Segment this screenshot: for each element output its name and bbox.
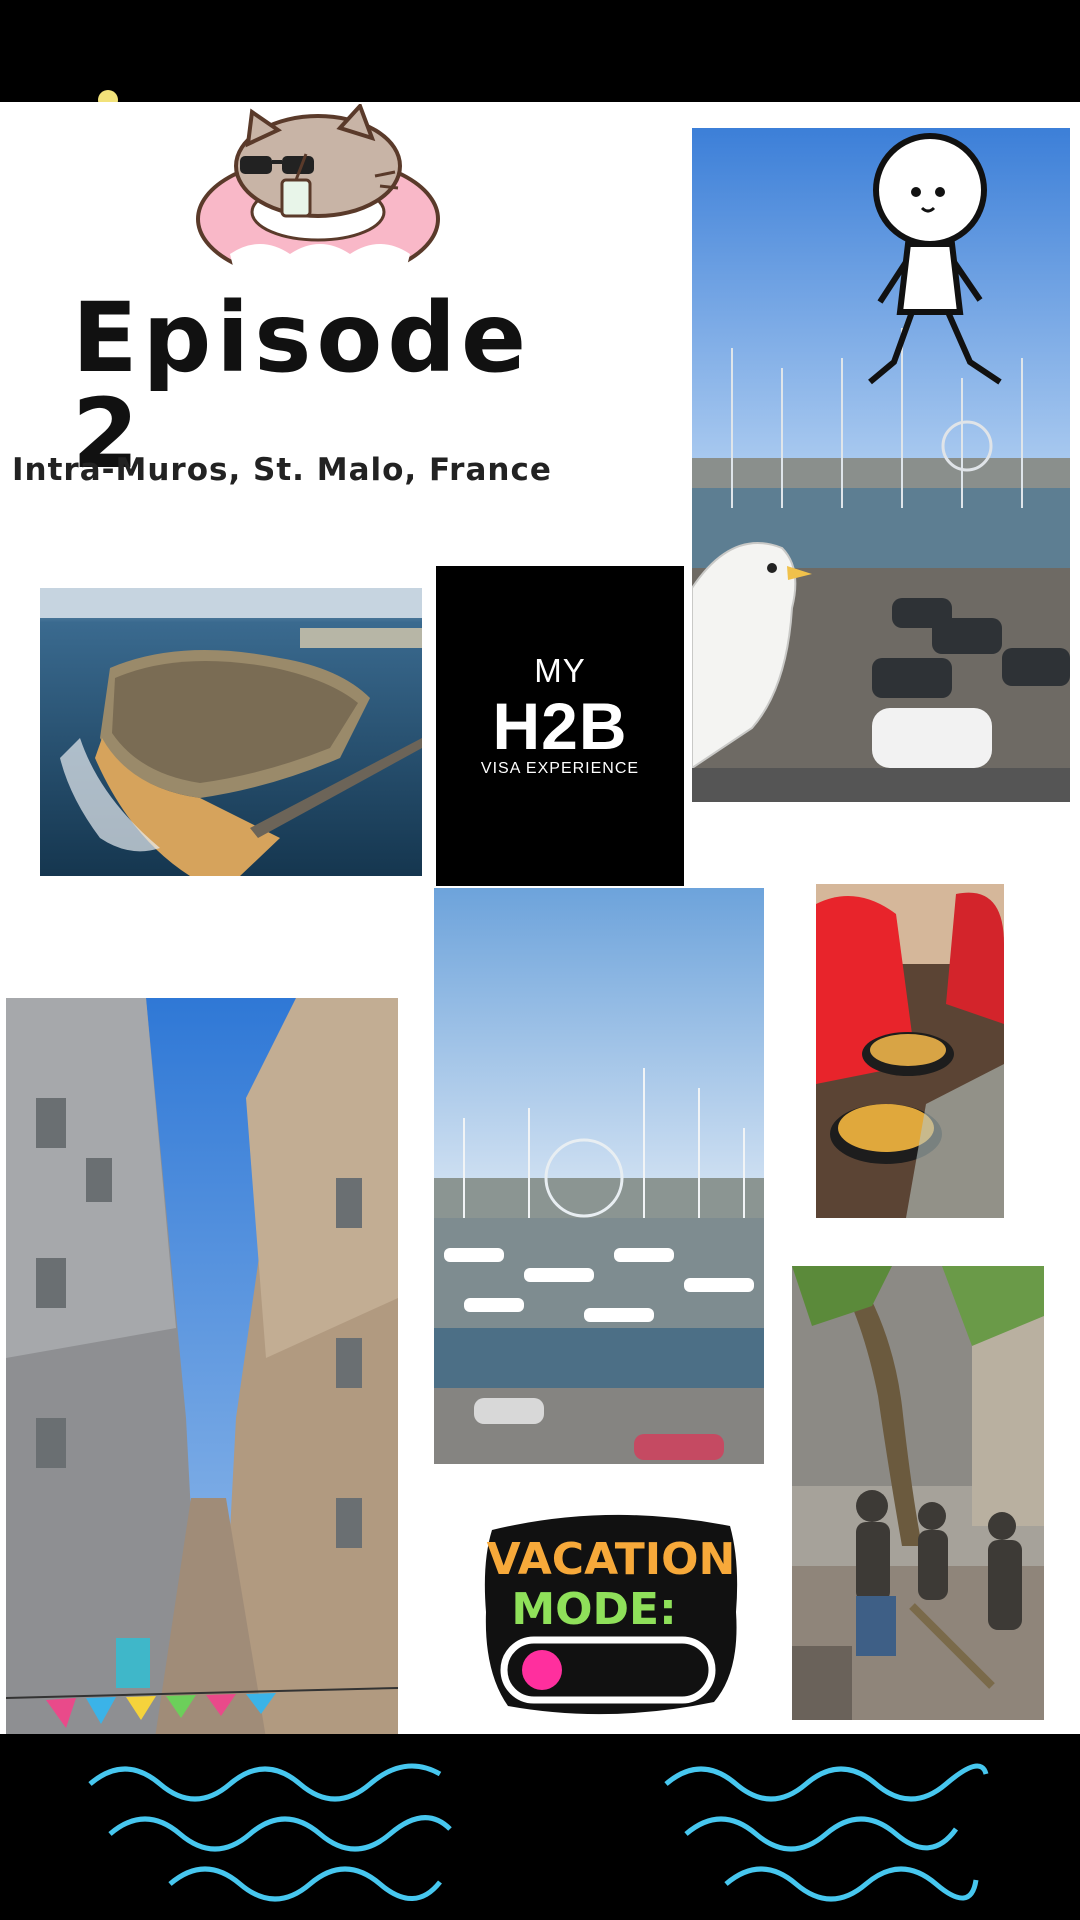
intra-muros-street-photo [6, 998, 398, 1734]
sticker-mode-text: MODE: [511, 1584, 676, 1635]
vacation-mode-sticker: VACATION MODE: [484, 1514, 738, 1715]
sticker-vacation-text: VACATION [487, 1534, 736, 1585]
top-bar [0, 0, 1080, 102]
aerial-st-malo-photo [40, 588, 422, 876]
logo-visa-experience-text: VISA EXPERIENCE [480, 760, 640, 777]
logo-h2b-text: H2B [492, 689, 628, 763]
my-h2b-logo: MY H2B VISA EXPERIENCE [436, 566, 684, 886]
street-musicians-photo [792, 1266, 1044, 1720]
logo-my-text: MY [534, 652, 586, 689]
crepe-making-photo [816, 884, 1004, 1218]
location-subtitle: Intra-Muros, St. Malo, France [12, 452, 552, 488]
bottom-bar [0, 1734, 1080, 1920]
story-canvas: Episode 2 Intra-Muros, St. Malo, France … [0, 102, 1080, 1734]
right-wave-doodle [664, 1763, 989, 1902]
walking-stick-figure-sticker [868, 133, 1002, 385]
pusheen-cat-sticker [196, 104, 440, 284]
vacation-toggle-knob [522, 1650, 562, 1690]
left-wave-doodle [88, 1763, 452, 1902]
marina-ferris-wheel-photo [434, 888, 764, 1464]
